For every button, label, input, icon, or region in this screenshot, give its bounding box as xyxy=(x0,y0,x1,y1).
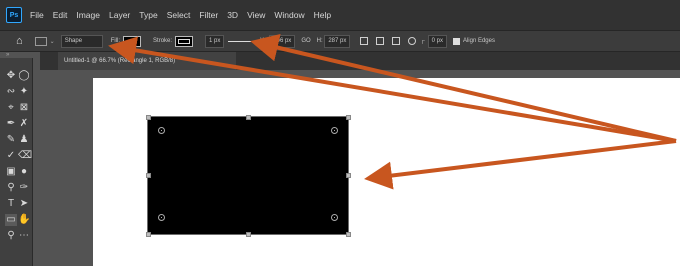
align-edges-option[interactable]: Align Edges xyxy=(452,37,495,45)
spot-healing-tool-icon[interactable]: ✗ xyxy=(18,118,30,130)
corner-radius-option: ┌ 0 px xyxy=(420,34,447,48)
pen-tool-icon[interactable]: ✑ xyxy=(18,182,30,194)
align-edges-checkbox[interactable] xyxy=(452,37,460,45)
stroke-type-selector[interactable] xyxy=(228,40,257,42)
options-bar: ⌂ ⌄ Shape Fill: Stroke: 1 px W: 496 px G… xyxy=(0,31,680,52)
menu-select[interactable]: Select xyxy=(167,10,191,20)
lasso-tool-icon[interactable]: ∾ xyxy=(5,86,17,98)
transform-handle-top-left[interactable] xyxy=(146,115,151,120)
corner-radius-widget-top-right[interactable] xyxy=(331,127,338,134)
height-label: H: xyxy=(316,38,323,44)
tool-mode-select[interactable]: Shape xyxy=(60,34,103,48)
menu-type[interactable]: Type xyxy=(139,10,157,20)
corner-radius-icon: ┌ xyxy=(420,38,425,44)
fill-swatch[interactable] xyxy=(123,35,142,47)
width-value: 496 px xyxy=(273,38,292,44)
corner-radius-field[interactable]: 0 px xyxy=(427,34,447,48)
tools-panel: ✥ ◯ ∾ ✦ ⌖ ⊠ ✒ ✗ ✎ ♟ ✓ ⌫ ▣ ● ⚲ ✑ T ➤ ▭ ✋ … xyxy=(0,58,33,266)
path-alignment-icon[interactable] xyxy=(376,37,385,45)
tool-preset-icon[interactable] xyxy=(34,36,47,46)
corner-radius-value: 0 px xyxy=(431,38,443,44)
menu-image[interactable]: Image xyxy=(76,10,100,20)
document-tab-bar: Untitled-1 @ 66.7% (Rectangle 1, RGB/8) xyxy=(40,52,680,70)
corner-radius-widget-bottom-right[interactable] xyxy=(331,214,338,221)
transform-handle-top-right[interactable] xyxy=(346,115,351,120)
main-menu: File Edit Image Layer Type Select Filter… xyxy=(30,10,331,20)
more-tools-icon[interactable]: ⋯ xyxy=(18,230,30,242)
stroke-option: Stroke: xyxy=(153,35,199,47)
stroke-label: Stroke: xyxy=(153,38,173,44)
width-option: W: 496 px xyxy=(260,34,296,48)
move-tool-icon[interactable]: ✥ xyxy=(5,70,17,82)
chevron-down-icon[interactable]: ⌄ xyxy=(50,38,55,45)
tool-mode-value: Shape xyxy=(64,38,83,44)
menu-window[interactable]: Window xyxy=(274,10,304,20)
transform-handle-bottom[interactable] xyxy=(246,232,251,237)
menu-3d[interactable]: 3D xyxy=(227,10,238,20)
eyedropper-tool-icon[interactable]: ✒ xyxy=(5,118,17,130)
menu-layer[interactable]: Layer xyxy=(109,10,130,20)
transform-handle-bottom-right[interactable] xyxy=(346,232,351,237)
align-edges-label: Align Edges xyxy=(462,38,495,44)
artboard-tool-icon[interactable]: ◯ xyxy=(18,70,30,82)
path-operations-icon[interactable] xyxy=(360,37,369,45)
zoom-tool-icon[interactable]: ⚲ xyxy=(5,230,17,242)
frame-tool-icon[interactable]: ⊠ xyxy=(18,102,30,114)
height-value: 287 px xyxy=(328,38,347,44)
width-label: W: xyxy=(260,38,268,44)
height-option: H: 287 px xyxy=(316,34,351,48)
eraser-tool-icon[interactable]: ⌫ xyxy=(18,150,32,162)
menu-help[interactable]: Help xyxy=(314,10,331,20)
transform-handle-top[interactable] xyxy=(246,115,251,120)
height-field[interactable]: 287 px xyxy=(324,34,351,48)
link-dimensions-icon[interactable]: GO xyxy=(301,38,310,44)
canvas-area[interactable] xyxy=(40,70,680,266)
history-brush-tool-icon[interactable]: ✓ xyxy=(5,150,17,162)
corner-radius-widget-bottom-left[interactable] xyxy=(158,214,165,221)
clone-stamp-tool-icon[interactable]: ♟ xyxy=(18,134,30,146)
hand-tool-icon[interactable]: ✋ xyxy=(18,214,30,226)
rectangle-shape[interactable] xyxy=(147,116,349,235)
menu-bar: Ps File Edit Image Layer Type Select Fil… xyxy=(0,0,680,31)
home-icon[interactable]: ⌂ xyxy=(16,35,23,47)
dodge-tool-icon[interactable]: ⚲ xyxy=(5,182,17,194)
menu-edit[interactable]: Edit xyxy=(53,10,68,20)
corner-radius-widget-top-left[interactable] xyxy=(158,127,165,134)
brush-tool-icon[interactable]: ✎ xyxy=(5,134,17,146)
fill-option: Fill: xyxy=(110,35,147,47)
document-tab[interactable]: Untitled-1 @ 66.7% (Rectangle 1, RGB/8) xyxy=(58,52,236,70)
rectangle-tool-icon[interactable]: ▭ xyxy=(5,214,17,226)
blur-tool-icon[interactable]: ● xyxy=(18,166,30,178)
gear-icon[interactable] xyxy=(408,37,417,45)
menu-view[interactable]: View xyxy=(247,10,265,20)
menu-filter[interactable]: Filter xyxy=(199,10,218,20)
photoshop-logo: Ps xyxy=(6,7,22,23)
fill-label: Fill: xyxy=(110,38,121,44)
crop-tool-icon[interactable]: ⌖ xyxy=(5,102,17,114)
menu-file[interactable]: File xyxy=(30,10,44,20)
stroke-swatch[interactable] xyxy=(175,35,194,47)
path-selection-tool-icon[interactable]: ➤ xyxy=(18,198,30,210)
type-tool-icon[interactable]: T xyxy=(5,198,17,210)
transform-handle-right[interactable] xyxy=(346,173,351,178)
stroke-width-value: 1 px xyxy=(209,38,221,44)
stroke-width-field[interactable]: 1 px xyxy=(205,34,225,48)
path-arrangement-icon[interactable] xyxy=(392,37,401,45)
gradient-tool-icon[interactable]: ▣ xyxy=(5,166,17,178)
transform-handle-bottom-left[interactable] xyxy=(146,232,151,237)
width-field[interactable]: 496 px xyxy=(269,34,296,48)
quick-selection-tool-icon[interactable]: ✦ xyxy=(18,86,30,98)
transform-handle-left[interactable] xyxy=(146,173,151,178)
